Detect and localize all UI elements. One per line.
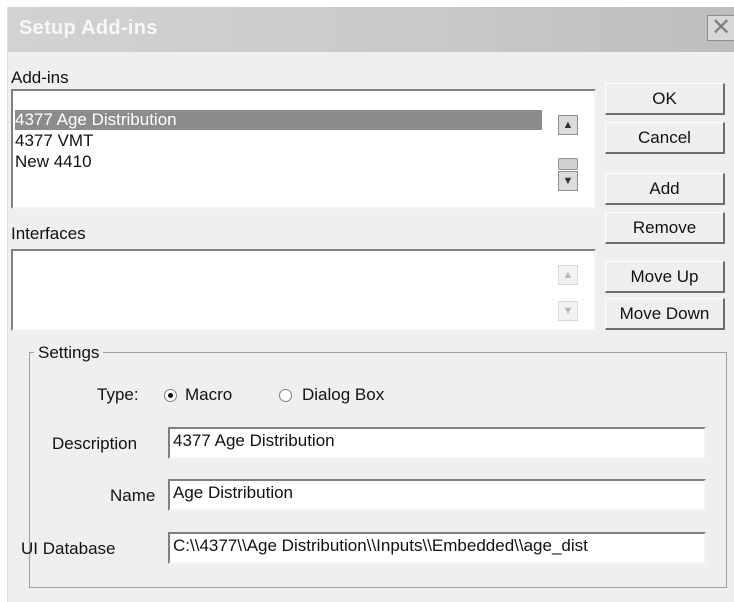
name-label: Name <box>110 486 156 505</box>
dialog-title: Setup Add-ins <box>19 17 158 39</box>
ui-database-label: UI Database <box>21 539 116 558</box>
scroll-up-icon[interactable]: ▲ <box>558 115 578 135</box>
move-down-button[interactable]: Move Down <box>605 298 725 330</box>
macro-radio[interactable] <box>164 389 177 402</box>
setup-addins-dialog: Setup Add-ins ✕ Add-ins 4377 Age Distrib… <box>7 7 734 602</box>
add-button[interactable]: Add <box>605 173 725 205</box>
remove-button[interactable]: Remove <box>605 212 725 244</box>
title-bar[interactable]: Setup Add-ins ✕ <box>8 7 734 52</box>
cancel-button[interactable]: Cancel <box>605 122 725 154</box>
name-field[interactable]: Age Distribution <box>168 479 706 511</box>
dialog-box-radio[interactable] <box>279 389 292 402</box>
close-icon[interactable]: ✕ <box>707 15 734 41</box>
radio-dot <box>168 393 173 398</box>
macro-option-label[interactable]: Macro <box>185 385 232 405</box>
scroll-down-icon[interactable]: ▼ <box>558 171 578 191</box>
type-label: Type: <box>97 385 139 404</box>
name-value: Age Distribution <box>173 483 294 502</box>
interfaces-label: Interfaces <box>11 224 86 243</box>
ui-database-field[interactable]: C:\\4377\\Age Distribution\\Inputs\\Embe… <box>168 532 706 564</box>
scroll-down-icon[interactable]: ▼ <box>558 301 578 321</box>
list-item[interactable]: 4377 Age Distribution <box>15 110 542 130</box>
scroll-thumb[interactable] <box>558 158 578 170</box>
description-value: 4377 Age Distribution <box>173 431 335 450</box>
description-label: Description <box>52 434 138 453</box>
description-field[interactable]: 4377 Age Distribution <box>168 427 706 459</box>
list-item[interactable]: 4377 VMT <box>15 131 93 151</box>
dialog-box-option-label[interactable]: Dialog Box <box>302 385 384 405</box>
ui-database-value: C:\\4377\\Age Distribution\\Inputs\\Embe… <box>173 536 588 555</box>
interfaces-listbox[interactable]: ▲ ▼ <box>11 249 596 331</box>
ok-button[interactable]: OK <box>605 83 725 115</box>
move-up-button[interactable]: Move Up <box>605 261 725 293</box>
addins-listbox[interactable]: 4377 Age Distribution 4377 VMT New 4410 … <box>11 89 596 209</box>
settings-legend: Settings <box>34 343 104 363</box>
list-item[interactable]: New 4410 <box>15 152 92 172</box>
addins-label: Add-ins <box>11 68 69 87</box>
scroll-up-icon[interactable]: ▲ <box>558 265 578 285</box>
